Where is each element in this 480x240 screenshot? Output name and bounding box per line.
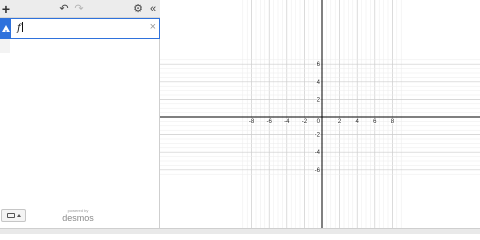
keyboard-toggle-button[interactable] xyxy=(1,209,26,222)
desmos-logo: desmos xyxy=(62,213,94,223)
x-tick-label: -6 xyxy=(267,119,273,125)
x-tick-label: -4 xyxy=(284,119,290,125)
y-tick-label: -6 xyxy=(315,168,321,174)
expression-panel: + ↶ ↷ ⚙ « f × powered by desmos xyxy=(0,0,160,234)
keyboard-icon xyxy=(6,213,15,218)
x-tick-label: 4 xyxy=(356,119,360,125)
text-cursor xyxy=(21,22,23,32)
powered-by-desmos: powered by desmos xyxy=(60,208,96,223)
y-tick-label: -2 xyxy=(315,133,321,139)
x-tick-label: 6 xyxy=(373,119,377,125)
new-expression-row[interactable] xyxy=(0,39,10,53)
expression-toolbar: + ↶ ↷ ⚙ « xyxy=(0,0,160,18)
warning-icon[interactable] xyxy=(1,19,11,38)
y-tick-label: 4 xyxy=(317,80,321,86)
x-tick-label: 0 xyxy=(317,119,321,125)
bottom-strip xyxy=(0,228,480,234)
x-tick-label: -8 xyxy=(249,119,255,125)
graph-paper[interactable]: -8 -6 -4 -2 0 2 4 6 8 6 4 2 -2 -4 -6 xyxy=(160,0,480,234)
x-tick-label: 2 xyxy=(338,119,342,125)
x-tick-label: 8 xyxy=(391,119,395,125)
caret-up-icon xyxy=(16,214,21,217)
plus-icon[interactable]: + xyxy=(0,2,12,16)
expression-text: f xyxy=(17,23,21,34)
x-tick-label: -2 xyxy=(302,119,308,125)
delete-expression-icon[interactable]: × xyxy=(150,20,156,34)
y-tick-label: -4 xyxy=(315,150,321,156)
y-tick-label: 2 xyxy=(317,97,321,103)
collapse-panel-icon[interactable]: « xyxy=(146,2,158,16)
expression-input[interactable]: f xyxy=(17,22,23,34)
redo-icon[interactable]: ↷ xyxy=(73,2,85,16)
desmos-calculator: + ↶ ↷ ⚙ « f × powered by desmos -8 -6 -4 -2… xyxy=(0,0,480,234)
expression-row[interactable]: f × xyxy=(0,18,160,39)
gear-icon[interactable]: ⚙ xyxy=(132,2,144,16)
undo-icon[interactable]: ↶ xyxy=(58,2,70,16)
y-tick-label: 6 xyxy=(317,62,321,68)
